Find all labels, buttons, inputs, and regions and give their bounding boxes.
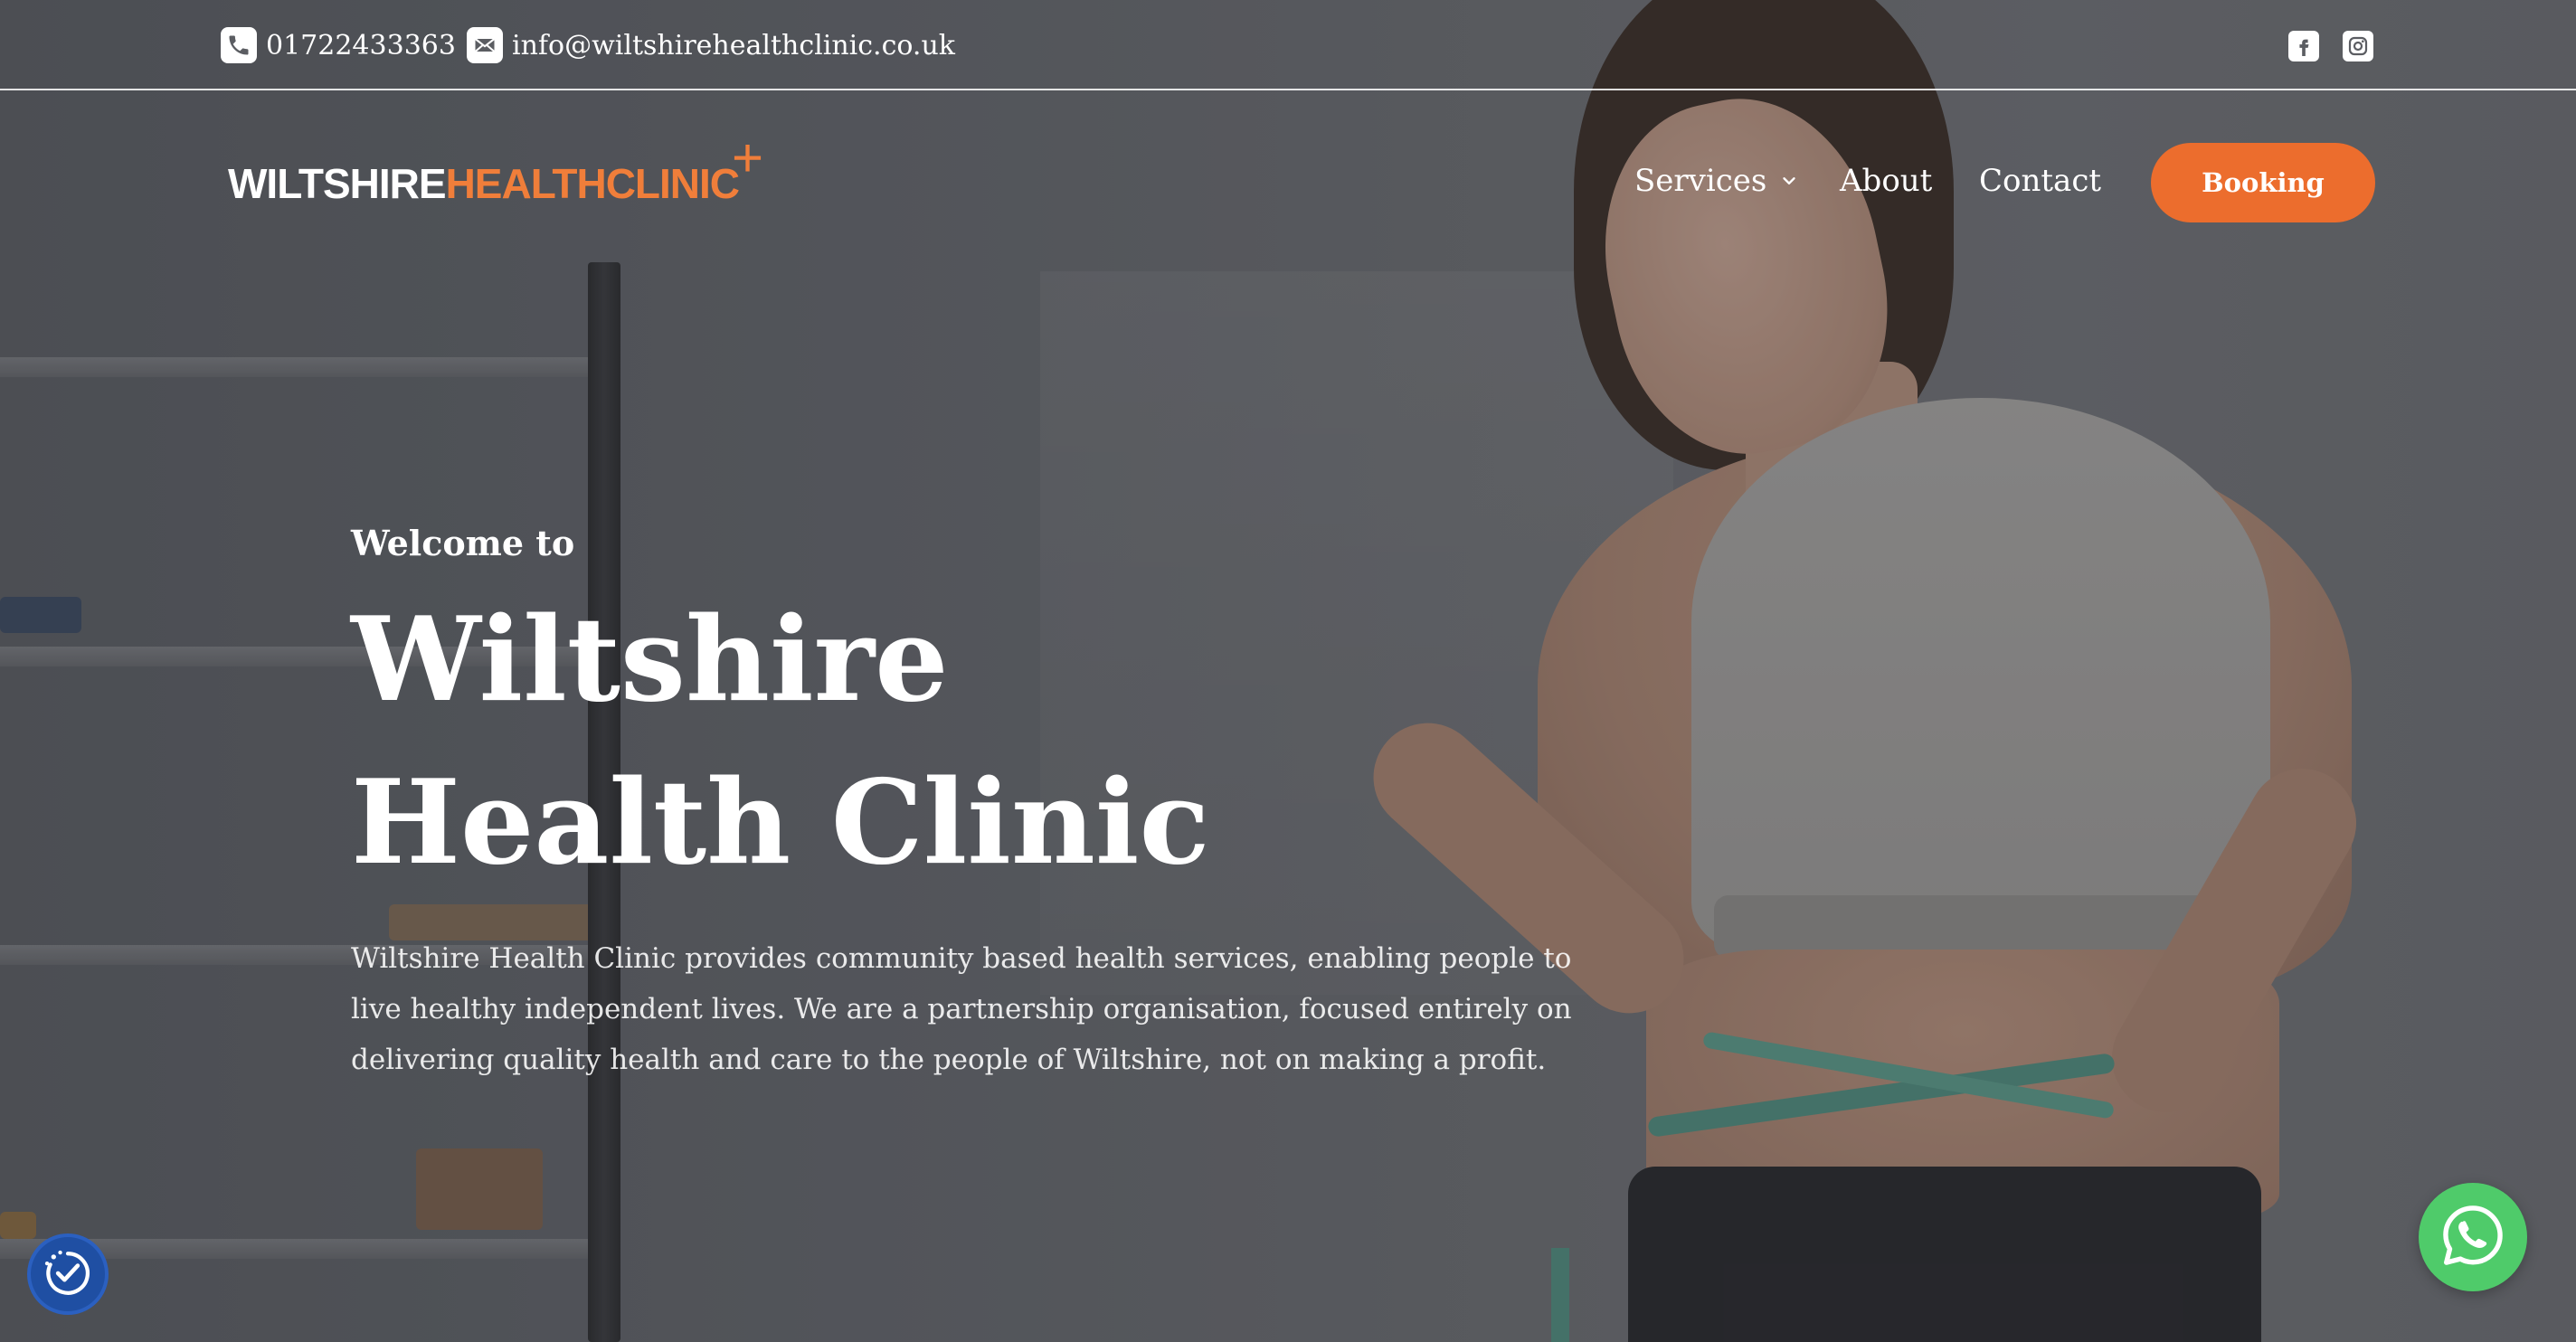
logo-plus-mark: + [731,128,763,188]
nav-services-label: Services [1634,163,1767,199]
chevron-down-icon [1779,163,1799,199]
facebook-icon[interactable] [2288,31,2319,61]
accessibility-icon [42,1247,94,1302]
email-address: info@wiltshirehealthclinic.co.uk [512,29,955,61]
whatsapp-icon [2439,1201,2507,1273]
booking-button[interactable]: Booking [2151,143,2375,222]
hero-title-line1: Wiltshire [351,592,949,728]
hero-kicker: Welcome to [351,523,575,563]
nav-about-label: About [1840,163,1933,199]
nav-about[interactable]: About [1840,163,1932,199]
whatsapp-button[interactable] [2419,1183,2527,1291]
nav-contact[interactable]: Contact [1979,163,2101,199]
top-bar: 01722433363 info@wiltshirehealthclinic.c… [0,0,2576,90]
phone-number: 01722433363 [266,29,456,61]
page: 01722433363 info@wiltshirehealthclinic.c… [0,0,2576,1342]
hero-title: Wiltshire Health Clinic [351,579,1346,904]
logo-text-healthclinic: HEALTHCLINIC [445,160,740,207]
phone-icon [221,27,257,63]
phone-link[interactable]: 01722433363 [221,27,456,63]
email-icon [467,27,503,63]
site-logo[interactable]: WILTSHIRE HEALTHCLINIC + [228,128,763,208]
logo-text-wiltshire: WILTSHIRE [228,160,447,207]
nav-services[interactable]: Services [1634,163,1799,199]
instagram-icon[interactable] [2343,31,2373,61]
accessibility-button[interactable] [27,1233,109,1315]
hero-description: Wiltshire Health Clinic provides communi… [351,942,1572,1076]
email-link[interactable]: info@wiltshirehealthclinic.co.uk [467,27,955,63]
hero-title-line2: Health Clinic [351,755,1210,891]
nav-contact-label: Contact [1979,163,2102,199]
